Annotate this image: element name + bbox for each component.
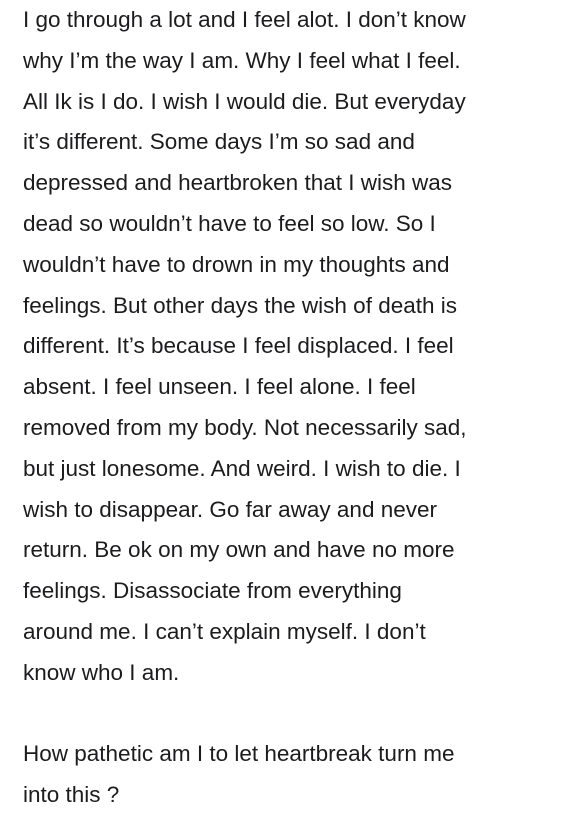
- text-line: dead so wouldn’t have to feel so low. So…: [23, 210, 436, 236]
- text-line: return. Be ok on my own and have no more: [23, 537, 455, 563]
- text-line: around me. I can’t explain myself. I don…: [23, 618, 426, 644]
- text-line: wouldn’t have to drown in my thoughts an…: [23, 251, 450, 277]
- text-line: why I’m the way I am. Why I feel what I …: [23, 47, 461, 73]
- text-line: into this ?: [23, 782, 120, 808]
- text-line: feelings. But other days the wish of dea…: [23, 292, 458, 318]
- text-line: feelings. Disassociate from everything: [23, 578, 402, 604]
- text-line: All Ik is I do. I wish I would die. But …: [23, 88, 466, 114]
- text-line: wish to disappear. Go far away and never: [23, 496, 437, 522]
- text-line: but just lonesome. And weird. I wish to …: [23, 455, 461, 481]
- text-line: know who I am.: [23, 659, 180, 685]
- text-line: depressed and heartbroken that I wish wa…: [23, 170, 453, 196]
- text-line: How pathetic am I to let heartbreak turn…: [23, 741, 455, 767]
- text-line: different. It’s because I feel displaced…: [23, 333, 454, 359]
- text-line: it’s different. Some days I’m so sad and: [23, 129, 415, 155]
- note-paragraph: How pathetic am I to let heartbreak turn…: [23, 734, 563, 816]
- note-body: I go through a lot and I feel alot. I do…: [0, 0, 575, 823]
- text-line: I go through a lot and I feel alot. I do…: [23, 7, 466, 32]
- text-line: removed from my body. Not necessarily sa…: [23, 414, 467, 440]
- note-paragraph: I go through a lot and I feel alot. I do…: [23, 0, 563, 694]
- text-line: absent. I feel unseen. I feel alone. I f…: [23, 374, 416, 400]
